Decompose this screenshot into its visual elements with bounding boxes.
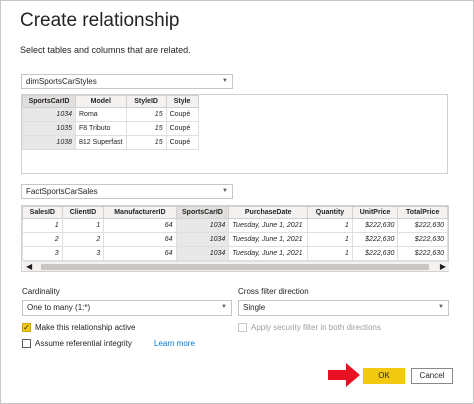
- table-cell: 15: [125, 107, 167, 122]
- chevron-down-icon: ▼: [221, 304, 227, 310]
- table2-col-header[interactable]: SportsCarID: [175, 206, 230, 219]
- table-cell: $222,630: [351, 232, 399, 247]
- table2-dropdown[interactable]: FactSportsCarSales ▼: [21, 184, 233, 199]
- table1-dropdown[interactable]: dimSportsCarStyles ▼: [21, 74, 233, 89]
- scroll-right-icon[interactable]: ▶: [440, 262, 446, 272]
- table1-col-header[interactable]: SportsCarID: [22, 95, 76, 108]
- cross-filter-label: Cross filter direction: [238, 287, 309, 296]
- table2-grid: SalesID ClientID ManufacturerID SportsCa…: [22, 206, 448, 261]
- table-cell: 64: [103, 246, 177, 261]
- referential-integrity-checkbox[interactable]: [22, 339, 31, 348]
- table-cell: $222,630: [397, 218, 448, 233]
- table-row: 3 3 64 1034 Tuesday, June 1, 2021 1 $222…: [22, 246, 448, 261]
- table1-grid: SportsCarID Model StyleID Style 1034 Rom…: [22, 95, 199, 150]
- make-active-checkbox[interactable]: ✓: [22, 323, 31, 332]
- table-cell: Tuesday, June 1, 2021: [228, 232, 309, 247]
- cardinality-label: Cardinality: [22, 287, 60, 296]
- table-cell: $222,630: [397, 232, 448, 247]
- table-cell: 2: [61, 232, 105, 247]
- cardinality-dropdown[interactable]: One to many (1:*) ▼: [22, 300, 232, 316]
- table-row: 1 1 64 1034 Tuesday, June 1, 2021 1 $222…: [22, 218, 448, 233]
- table2-header-row: SalesID ClientID ManufacturerID SportsCa…: [22, 206, 448, 219]
- ok-button[interactable]: OK: [363, 368, 405, 384]
- table-cell: 3: [61, 246, 105, 261]
- table-row: 1038 812 Superfast 15 Coupé: [22, 135, 199, 150]
- table-cell: $222,630: [351, 246, 399, 261]
- table-cell: $222,630: [397, 246, 448, 261]
- red-arrow-icon: [328, 363, 360, 387]
- table1-col-header[interactable]: Model: [75, 95, 127, 108]
- table-cell: 1: [307, 246, 353, 261]
- table1-preview: SportsCarID Model StyleID Style 1034 Rom…: [21, 94, 448, 174]
- scrollbar-thumb[interactable]: [41, 264, 429, 270]
- table-cell: 1038: [22, 135, 76, 150]
- table2-col-header[interactable]: Quantity: [307, 206, 353, 219]
- cross-filter-value: Single: [243, 303, 266, 312]
- table2-col-header[interactable]: UnitPrice: [351, 206, 399, 219]
- checkmark-icon: ✓: [23, 323, 30, 332]
- chevron-down-icon: ▼: [438, 304, 444, 310]
- table2-col-header[interactable]: ManufacturerID: [103, 206, 177, 219]
- referential-integrity-label: Assume referential integrity: [35, 339, 132, 348]
- table-cell: 1034: [22, 107, 76, 122]
- chevron-down-icon: ▼: [222, 188, 228, 194]
- table-cell: 3: [22, 246, 63, 261]
- cross-filter-dropdown[interactable]: Single ▼: [238, 300, 449, 316]
- table-cell: Coupé: [165, 107, 199, 122]
- table2-col-header[interactable]: SalesID: [22, 206, 63, 219]
- table1-dropdown-value: dimSportsCarStyles: [26, 77, 97, 86]
- table-cell: 1: [61, 218, 105, 233]
- security-filter-checkbox[interactable]: [238, 323, 247, 332]
- table-cell: 1: [307, 232, 353, 247]
- table-row: 2 2 64 1034 Tuesday, June 1, 2021 1 $222…: [22, 232, 448, 247]
- table-row: 1035 F8 Tributo 15 Coupé: [22, 121, 199, 136]
- make-active-label: Make this relationship active: [35, 323, 136, 332]
- table2-col-header[interactable]: ClientID: [61, 206, 105, 219]
- cancel-button[interactable]: Cancel: [411, 368, 453, 384]
- table-cell: F8 Tributo: [75, 121, 127, 136]
- table2-col-header[interactable]: TotalPrice: [397, 206, 448, 219]
- table2-horizontal-scrollbar[interactable]: ◀ ▶: [23, 261, 449, 271]
- security-filter-label: Apply security filter in both directions: [251, 323, 381, 332]
- table-cell: 812 Superfast: [75, 135, 127, 150]
- table-cell: 15: [125, 121, 167, 136]
- cardinality-value: One to many (1:*): [27, 303, 91, 312]
- table-cell: 64: [103, 218, 177, 233]
- dialog-title: Create relationship: [20, 10, 180, 31]
- table-cell: 1034: [175, 218, 230, 233]
- table-cell: 15: [125, 135, 167, 150]
- table-cell: 1034: [175, 232, 230, 247]
- table-cell: $222,630: [351, 218, 399, 233]
- scroll-left-icon[interactable]: ◀: [26, 262, 32, 272]
- dialog-subtitle: Select tables and columns that are relat…: [20, 45, 191, 55]
- table-cell: Tuesday, June 1, 2021: [228, 246, 309, 261]
- table-cell: 1034: [175, 246, 230, 261]
- table-cell: Coupé: [165, 135, 199, 150]
- table-cell: 1: [22, 218, 63, 233]
- table2-col-header[interactable]: PurchaseDate: [228, 206, 309, 219]
- table-cell: Roma: [75, 107, 127, 122]
- table-cell: 64: [103, 232, 177, 247]
- table-cell: Tuesday, June 1, 2021: [228, 218, 309, 233]
- table-cell: 2: [22, 232, 63, 247]
- table-row: 1034 Roma 15 Coupé: [22, 107, 199, 122]
- table1-col-header[interactable]: Style: [165, 95, 199, 108]
- table2-dropdown-value: FactSportsCarSales: [26, 187, 98, 196]
- table-cell: Coupé: [165, 121, 199, 136]
- chevron-down-icon: ▼: [222, 78, 228, 84]
- table-cell: 1035: [22, 121, 76, 136]
- learn-more-link[interactable]: Learn more: [154, 339, 195, 348]
- table-cell: 1: [307, 218, 353, 233]
- table1-col-header[interactable]: StyleID: [125, 95, 167, 108]
- table1-header-row: SportsCarID Model StyleID Style: [22, 95, 199, 108]
